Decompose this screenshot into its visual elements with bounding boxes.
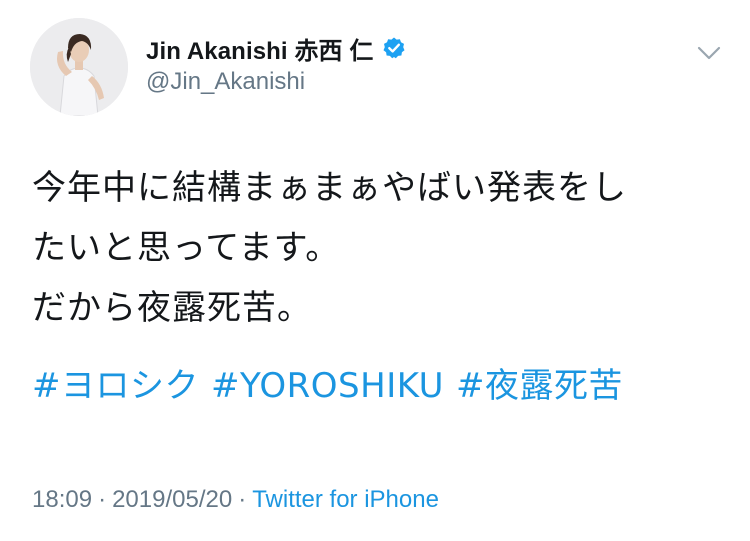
tweet-time[interactable]: 18:09 [32, 486, 92, 513]
author-handle[interactable]: @Jin_Akanishi [146, 68, 305, 96]
verified-badge-icon [382, 36, 406, 60]
tweet-text-line: 今年中に結構まぁまぁやばい発表をし [32, 168, 627, 208]
meta-separator: · [238, 486, 247, 513]
tweet-source-link[interactable]: Twitter for iPhone [252, 486, 439, 513]
display-name[interactable]: Jin Akanishi 赤西 仁 [146, 31, 374, 66]
tweet-meta: 18:09 · 2019/05/20 · Twitter for iPhone [32, 486, 439, 514]
hashtag-list: #ヨロシク #YOROSHIKU #夜露死苦 [32, 356, 635, 416]
avatar[interactable] [30, 18, 128, 116]
tweet-date[interactable]: 2019/05/20 [112, 486, 232, 513]
tweet-card: Jin Akanishi 赤西 仁 @Jin_Akanishi 今年中に結構まぁ… [0, 0, 750, 541]
tweet-text-line: だから夜露死苦。 [32, 288, 312, 328]
meta-separator: · [98, 486, 107, 513]
tweet-text: 今年中に結構まぁまぁやばい発表をし たいと思ってます。 だから夜露死苦。 [32, 158, 732, 338]
author-name-row[interactable]: Jin Akanishi 赤西 仁 [146, 30, 406, 66]
chevron-down-icon[interactable] [692, 38, 726, 68]
hashtag-link[interactable]: #YOROSHIKU [211, 366, 444, 406]
tweet-text-line: たいと思ってます。 [32, 228, 341, 268]
hashtag-link[interactable]: #夜露死苦 [456, 366, 623, 406]
hashtag-link[interactable]: #ヨロシク [32, 366, 199, 406]
